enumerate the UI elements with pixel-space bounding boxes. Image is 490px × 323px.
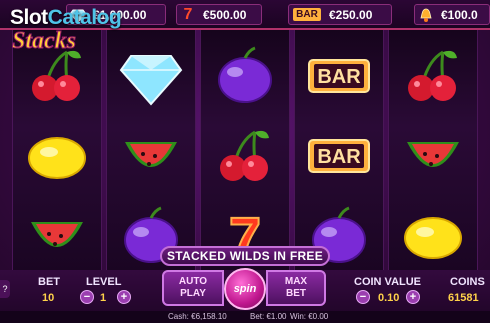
reel-1 — [12, 30, 102, 272]
bar-icon: BAR — [289, 5, 325, 24]
watermark-part1: Slot — [10, 6, 48, 29]
cherry-icon — [201, 116, 289, 196]
spin-button[interactable]: spin — [224, 268, 266, 310]
lemon-icon — [389, 196, 477, 276]
autoplay-button[interactable]: AUTO PLAY — [162, 270, 224, 306]
watermark-logo: SlotCatalog — [10, 6, 122, 30]
level-value: 1 — [100, 292, 107, 304]
lemon-icon — [13, 116, 101, 196]
paytable-value: €500.00 — [203, 7, 247, 22]
paytable-bell: €100.0 — [414, 4, 490, 25]
maxbet-line1: MAX — [284, 276, 308, 287]
watermark-part2: Catalog — [47, 6, 122, 29]
status-win: Win: €0.00 — [290, 312, 329, 321]
reel-5 — [388, 30, 478, 272]
status-bar: Cash: €6,158.10 Bet: €1.00 Win: €0.00 — [0, 311, 490, 323]
watermelon-icon — [13, 196, 101, 276]
menu-icon[interactable]: ? — [0, 280, 10, 298]
watermelon-icon — [389, 116, 477, 196]
reel-2 — [106, 30, 196, 272]
status-cash: Cash: €6,158.10 — [168, 312, 227, 321]
level-label: LEVEL — [86, 276, 122, 288]
reel-grid: 7 BAR BAR — [12, 30, 478, 272]
bar-icon: BAR — [295, 36, 383, 116]
coin-value-label: COIN VALUE — [354, 276, 422, 288]
max-bet-button[interactable]: MAX BET — [266, 270, 326, 306]
level-minus-button[interactable]: − — [80, 290, 94, 304]
bet-label: BET — [38, 276, 60, 288]
seven-icon: 7 — [183, 5, 193, 23]
svg-text:Stacks: Stacks — [12, 28, 76, 54]
autoplay-line2: PLAY — [180, 288, 206, 299]
coins-value: 61581 — [448, 292, 479, 304]
feature-banner: STACKED WILDS IN FREE — [160, 246, 330, 266]
bar-icon: BAR — [295, 116, 383, 196]
watermelon-icon — [107, 116, 195, 196]
svg-text:BAR: BAR — [317, 146, 361, 168]
coin-value: 0.10 — [378, 292, 400, 304]
maxbet-line2: BET — [286, 288, 306, 299]
paytable-value: €100.0 — [441, 7, 478, 22]
plum-icon — [201, 36, 289, 116]
bet-value: 10 — [42, 292, 55, 304]
status-bet: Bet: €1.00 — [250, 312, 287, 321]
coin-minus-button[interactable]: − — [356, 290, 370, 304]
paytable-value: €250.00 — [329, 7, 373, 22]
bar-icon-label: BAR — [293, 8, 321, 21]
bell-icon — [415, 5, 437, 24]
level-plus-button[interactable]: + — [117, 290, 131, 304]
svg-text:BAR: BAR — [317, 66, 361, 88]
autoplay-line1: AUTO — [178, 276, 208, 287]
paytable-seven: 7 €500.00 — [176, 4, 262, 25]
coin-plus-button[interactable]: + — [406, 290, 420, 304]
coins-label: COINS — [450, 276, 485, 288]
reel-3: 7 — [200, 30, 290, 272]
paytable-bar-item: BAR €250.00 — [288, 4, 392, 25]
cherry-icon — [389, 36, 477, 116]
menu-icon-label: ? — [2, 284, 8, 294]
reel-4: BAR BAR — [294, 30, 384, 272]
slot-game: €1,000.00 7 €500.00 BAR €250.00 €100.0 7… — [0, 0, 490, 323]
